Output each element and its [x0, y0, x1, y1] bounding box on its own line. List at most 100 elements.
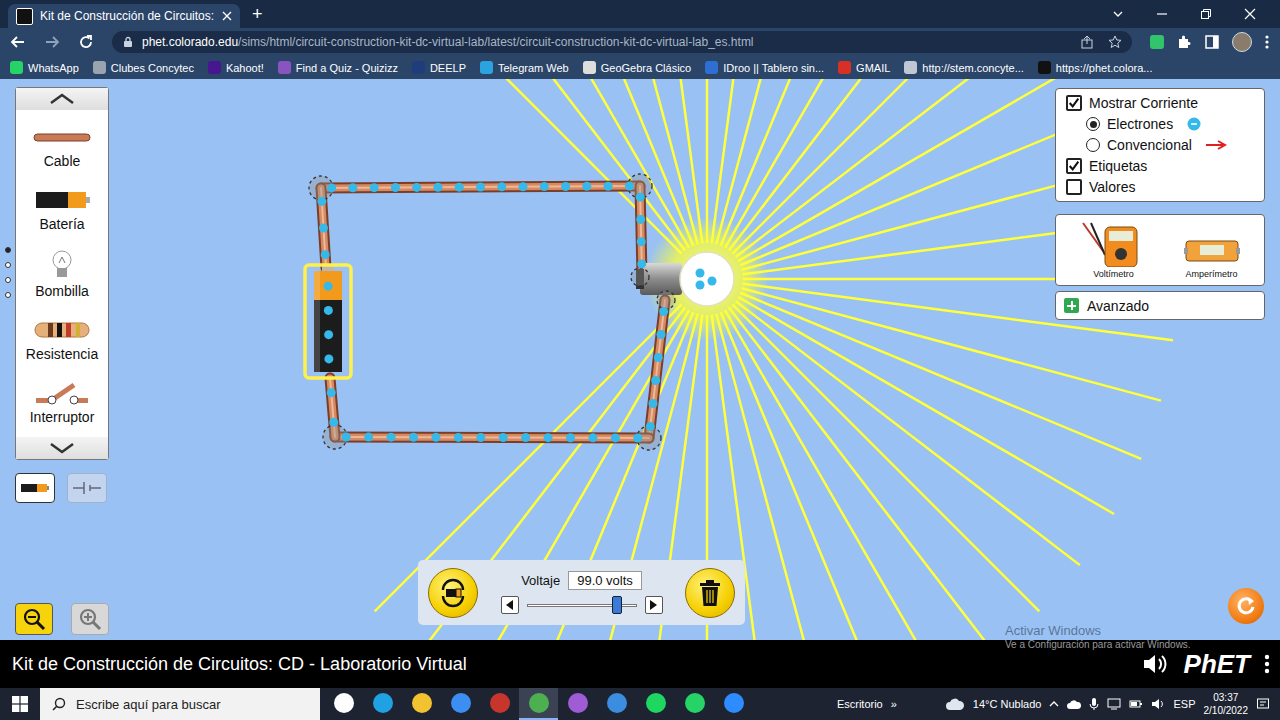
wire-vertex[interactable]	[631, 268, 649, 286]
taskbar-app[interactable]	[402, 688, 441, 720]
checkbox-option[interactable]: Mostrar Corriente	[1066, 94, 1254, 112]
page-dot[interactable]	[5, 247, 11, 253]
wire[interactable]	[335, 437, 649, 438]
expand-plus-icon[interactable]	[1064, 298, 1079, 313]
browser-tab[interactable]: Kit de Construcción de Circuitos:	[8, 4, 240, 28]
network-icon[interactable]	[1107, 698, 1121, 710]
windows-start-icon[interactable]	[12, 696, 28, 712]
taskbar-app[interactable]	[636, 688, 675, 720]
tray-chevron-icon[interactable]	[1049, 699, 1059, 709]
reset-all-button[interactable]	[1228, 588, 1264, 624]
notifications-icon[interactable]	[1256, 697, 1270, 711]
zoom-in-button[interactable]	[71, 603, 109, 635]
page-dot[interactable]	[5, 292, 11, 298]
view-toggle-button[interactable]	[15, 473, 55, 503]
phet-menu-icon[interactable]	[1264, 654, 1270, 674]
desktop-toolbar[interactable]: Escritorio	[837, 698, 883, 710]
checkbox-option[interactable]: Valores	[1066, 178, 1254, 196]
page-dot[interactable]	[5, 277, 11, 283]
restore-icon[interactable]	[1200, 8, 1212, 20]
palette-item[interactable]: Bombilla	[16, 249, 108, 299]
bookmark-star-icon[interactable]	[1108, 35, 1122, 49]
bookmark[interactable]: Clubes Concytec	[93, 61, 194, 74]
microphone-icon[interactable]	[1089, 697, 1099, 711]
meter-tool[interactable]: Amperímetro	[1182, 221, 1242, 279]
light-bulb[interactable]	[636, 252, 734, 306]
close-tab-icon[interactable]	[222, 11, 232, 21]
bookmark[interactable]: Kahoot!	[208, 61, 264, 74]
meter-tool[interactable]: Voltímetro	[1079, 221, 1149, 279]
taskbar-app[interactable]	[519, 688, 558, 720]
radio-button[interactable]	[1086, 138, 1100, 152]
bookmark[interactable]: GeoGebra Clásico	[583, 61, 692, 74]
taskbar-search[interactable]: Escribe aquí para buscar	[40, 688, 320, 720]
taskbar-app[interactable]	[441, 688, 480, 720]
taskbar-app[interactable]	[324, 688, 363, 720]
palette-item[interactable]: Interruptor	[16, 379, 108, 425]
taskbar-app[interactable]	[675, 688, 714, 720]
palette-up-button[interactable]	[16, 88, 108, 110]
bookmark[interactable]: http://stem.concyte...	[904, 61, 1024, 74]
clock[interactable]: 03:372/10/2022	[1204, 691, 1249, 717]
palette-item[interactable]: Cable	[16, 123, 108, 169]
tab-search-chevron-icon[interactable]	[1112, 8, 1124, 20]
delete-button[interactable]	[685, 568, 735, 618]
close-window-icon[interactable]	[1244, 8, 1256, 20]
zoom-out-button[interactable]	[15, 603, 53, 635]
view-toggle-button[interactable]	[67, 473, 107, 503]
puzzle-icon[interactable]	[1176, 34, 1192, 50]
wires[interactable]	[321, 186, 665, 438]
extension-icon[interactable]	[1150, 35, 1164, 49]
reload-icon[interactable]	[78, 34, 94, 50]
palette-item[interactable]: Batería	[16, 186, 108, 232]
checkbox-option[interactable]: Etiquetas	[1066, 157, 1254, 175]
radio-button[interactable]	[1086, 117, 1100, 131]
bookmark[interactable]: Find a Quiz - Quizizz	[278, 61, 398, 74]
phet-logo[interactable]: PhET	[1184, 652, 1250, 676]
palette-down-button[interactable]	[16, 437, 108, 459]
taskbar-app[interactable]	[714, 688, 753, 720]
forward-arrow-icon[interactable]	[44, 34, 60, 50]
battery-tray-icon[interactable]	[1129, 698, 1143, 710]
taskbar-app[interactable]	[363, 688, 402, 720]
volume-icon[interactable]	[1151, 698, 1165, 710]
bookmark[interactable]: Telegram Web	[480, 61, 569, 74]
page-dot[interactable]	[5, 262, 11, 268]
wire[interactable]	[649, 300, 665, 438]
bookmark[interactable]: DEELP	[412, 61, 466, 74]
radio-option[interactable]: Convencional	[1066, 136, 1254, 154]
decrement-button[interactable]	[501, 596, 519, 614]
checkbox[interactable]	[1066, 158, 1082, 174]
speaker-icon[interactable]	[1142, 653, 1170, 675]
slider-thumb[interactable]	[612, 596, 622, 614]
onedrive-icon[interactable]	[1067, 698, 1081, 710]
battery[interactable]	[305, 265, 351, 378]
reverse-battery-button[interactable]	[428, 568, 478, 618]
bookmark[interactable]: https://phet.colora...	[1038, 61, 1153, 74]
taskbar-app[interactable]	[597, 688, 636, 720]
menu-dots-icon[interactable]	[1264, 34, 1270, 50]
profile-avatar-icon[interactable]	[1232, 32, 1252, 52]
palette-item[interactable]: Resistencia	[16, 316, 108, 362]
minimize-icon[interactable]	[1156, 8, 1168, 20]
checkbox[interactable]	[1066, 179, 1082, 195]
back-arrow-icon[interactable]	[10, 34, 26, 50]
checkbox[interactable]	[1066, 95, 1082, 111]
taskbar-app[interactable]	[558, 688, 597, 720]
bookmark[interactable]: IDroo || Tablero sin...	[705, 61, 824, 74]
wire-vertex[interactable]	[657, 291, 675, 309]
advanced-panel[interactable]: Avanzado	[1055, 291, 1265, 320]
side-panel-icon[interactable]	[1204, 34, 1220, 50]
new-tab-button[interactable]: +	[252, 4, 263, 25]
input-language[interactable]: ESP	[1173, 698, 1195, 710]
voltage-slider[interactable]	[527, 596, 637, 614]
bookmark[interactable]: WhatsApp	[10, 61, 79, 74]
weather[interactable]: 14°C Nublado	[973, 698, 1042, 710]
desktop-toolbar-chevron[interactable]: »	[891, 698, 897, 710]
share-icon[interactable]	[1080, 35, 1094, 49]
increment-button[interactable]	[645, 596, 663, 614]
bookmark[interactable]: GMAIL	[838, 61, 890, 74]
taskbar-app[interactable]	[480, 688, 519, 720]
address-bar[interactable]: phet.colorado.edu/sims/html/circuit-cons…	[112, 31, 1132, 53]
radio-option[interactable]: Electrones	[1066, 115, 1254, 133]
